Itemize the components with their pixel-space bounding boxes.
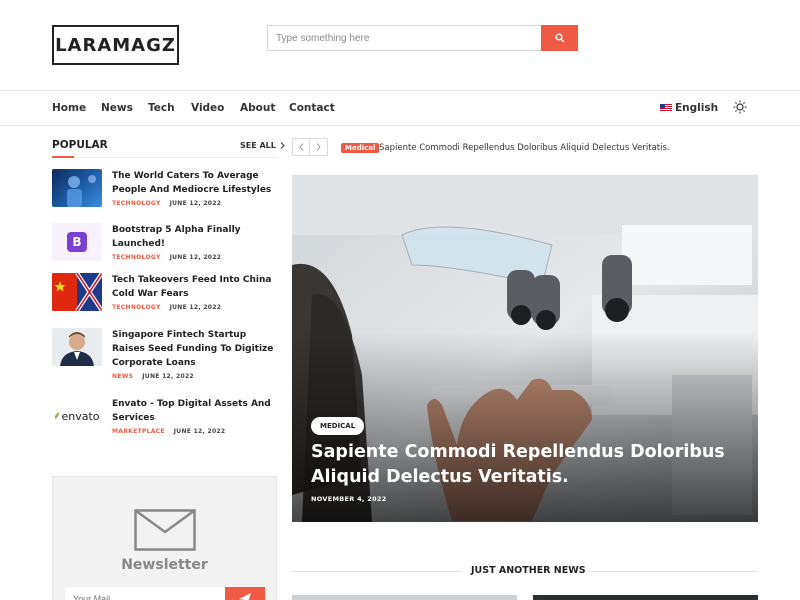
nav-item-home[interactable]: Home xyxy=(52,102,86,114)
hero-category-tag[interactable]: MEDICAL xyxy=(311,417,365,435)
thumbnail-flags xyxy=(52,273,102,311)
ticker-next-button[interactable] xyxy=(310,138,328,156)
category-label[interactable]: NEWS xyxy=(112,373,133,380)
us-flag-icon xyxy=(660,104,672,112)
date-label: JUNE 12, 2022 xyxy=(169,254,222,261)
sun-icon[interactable] xyxy=(733,100,747,114)
popular-item-title[interactable]: The World Caters To Average People And M… xyxy=(112,169,277,197)
date-label: JUNE 12, 2022 xyxy=(173,428,226,435)
popular-heading: POPULAR xyxy=(52,139,108,151)
nav-item-about[interactable]: About xyxy=(240,102,275,114)
chevron-left-icon xyxy=(298,143,303,151)
site-logo[interactable]: LARAMAGZ xyxy=(52,25,179,65)
hero-date: NOVEMBER 4, 2022 xyxy=(311,495,387,503)
category-label[interactable]: TECHNOLOGY xyxy=(112,254,161,261)
nav-item-tech[interactable]: Tech xyxy=(148,102,175,114)
divider xyxy=(588,571,758,572)
nav-item-video[interactable]: Video xyxy=(191,102,224,114)
thumbnail-robot xyxy=(52,169,102,207)
category-label[interactable]: MARKETPLACE xyxy=(112,428,165,435)
date-label: JUNE 12, 2022 xyxy=(169,304,222,311)
ticker-controls xyxy=(292,138,328,156)
popular-item-title[interactable]: Envato - Top Digital Assets And Services xyxy=(112,397,277,425)
popular-item-title[interactable]: Tech Takeovers Feed Into China Cold War … xyxy=(112,273,277,301)
language-selector[interactable]: English xyxy=(660,102,718,114)
chevron-right-icon xyxy=(316,143,321,151)
hero-title[interactable]: Sapiente Commodi Repellendus Doloribus A… xyxy=(311,440,751,490)
popular-item-title[interactable]: Singapore Fintech Startup Raises Seed Fu… xyxy=(112,328,277,370)
nav-item-contact[interactable]: Contact xyxy=(289,102,335,114)
heading-accent xyxy=(52,156,74,158)
search-input[interactable] xyxy=(267,25,541,51)
news-card-image[interactable] xyxy=(292,595,517,600)
envato-leaf-icon xyxy=(55,412,60,419)
thumbnail-portrait xyxy=(52,328,102,366)
newsletter-submit-button[interactable] xyxy=(225,587,265,600)
date-label: JUNE 12, 2022 xyxy=(169,200,222,207)
thumbnail-bootstrap: B xyxy=(52,223,102,261)
section-title: JUST ANOTHER NEWS xyxy=(471,565,586,576)
date-label: JUNE 12, 2022 xyxy=(142,373,194,380)
thumbnail-envato: envato xyxy=(52,397,102,435)
search-bar xyxy=(267,25,578,51)
search-button[interactable] xyxy=(541,25,578,51)
newsletter-email-input[interactable] xyxy=(65,587,225,600)
nav-item-news[interactable]: News xyxy=(101,102,133,114)
newsletter-box: Newsletter xyxy=(52,476,277,600)
newsletter-title: Newsletter xyxy=(121,557,208,573)
ticker-prev-button[interactable] xyxy=(292,138,310,156)
ticker-category-badge[interactable]: Medical xyxy=(341,143,380,153)
see-all-label: SEE ALL xyxy=(240,141,276,150)
divider xyxy=(52,157,277,158)
category-label[interactable]: TECHNOLOGY xyxy=(112,200,161,207)
ticker-headline[interactable]: Sapiente Commodi Repellendus Doloribus A… xyxy=(379,143,670,153)
chevron-right-icon xyxy=(280,142,285,149)
divider xyxy=(292,571,462,572)
search-icon xyxy=(555,33,564,43)
news-card-image[interactable] xyxy=(533,595,758,600)
popular-item-title[interactable]: Bootstrap 5 Alpha Finally Launched! xyxy=(112,223,277,251)
send-icon xyxy=(239,593,251,600)
language-label: English xyxy=(675,102,719,114)
envato-logo-text: envato xyxy=(61,409,100,423)
envelope-icon xyxy=(134,509,196,551)
bootstrap-logo-icon: B xyxy=(67,232,87,252)
main-nav: Home News Tech Video About Contact Engli… xyxy=(0,90,800,126)
see-all-link[interactable]: SEE ALL xyxy=(240,141,285,150)
category-label[interactable]: TECHNOLOGY xyxy=(112,304,161,311)
hero-featured-post[interactable]: MEDICAL Sapiente Commodi Repellendus Dol… xyxy=(292,175,758,522)
